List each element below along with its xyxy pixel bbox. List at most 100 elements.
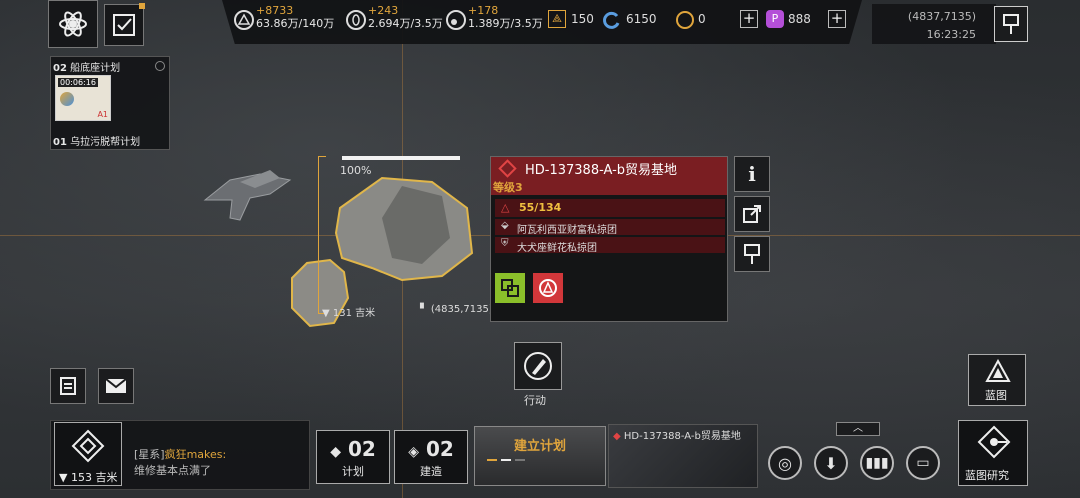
target-level: 等级3 (493, 181, 523, 194)
galaxy-icon: ◎ (778, 453, 792, 473)
info-icon: i (748, 162, 756, 186)
research-icon (977, 425, 1011, 459)
coords-value: (4835,7135) (430, 304, 493, 315)
premium-currency[interactable]: 888 (788, 12, 811, 26)
share-icon (743, 205, 761, 223)
plan-tab[interactable]: ◆ 02 计划 (316, 430, 390, 484)
flag-icon (744, 244, 760, 264)
map-center-button[interactable]: ▼ 153 吉米 (54, 422, 122, 486)
blueprint-research-button[interactable]: 蓝图研究 (958, 420, 1028, 486)
attack-button[interactable] (533, 273, 563, 303)
task-panel: 02 船底座计划 00:06:16 A1 01 乌拉污脱帮计划 (50, 56, 170, 150)
hostile-icon: ◆ (613, 431, 621, 442)
blueprint-icon (985, 359, 1011, 382)
build-icon: ◈ (408, 444, 419, 460)
blueprint-label: 蓝图 (985, 389, 1007, 402)
action-button[interactable] (514, 342, 562, 390)
task-badge: A1 (97, 110, 108, 119)
task-item[interactable]: 02 船底座计划 (53, 59, 120, 74)
clock: 16:23:25 (926, 28, 976, 41)
flag-icon: ▘ (420, 304, 428, 315)
org-name: 大犬座鲜花私掠团 (517, 243, 597, 254)
info-button[interactable]: i (734, 156, 770, 192)
task-timer: 00:06:16 (58, 78, 98, 87)
build-count: 02 (425, 437, 454, 461)
share-button[interactable] (734, 196, 770, 232)
resource-increment: +8733 (256, 4, 294, 17)
target-title: HD-137388-A-b贸易基地 (525, 163, 678, 178)
expand-button[interactable]: ︿ (836, 422, 880, 436)
mail-button[interactable] (98, 368, 134, 404)
selection-bracket (318, 156, 326, 314)
target-thumbnail[interactable]: ◆ HD-137388-A-b贸易基地 (608, 424, 758, 488)
premium-currency-icon: P (766, 10, 784, 28)
link-icon (501, 279, 519, 297)
coords-label: ▘ (4835,7135) (420, 304, 493, 315)
plan-label: 计划 (342, 465, 364, 478)
health-percent: 100% (340, 164, 372, 177)
atom-icon (59, 11, 87, 37)
blueprint-button[interactable]: 蓝图 (968, 354, 1026, 406)
checklist-icon (113, 14, 135, 36)
resource-amount: 63.86万/140万 (256, 17, 335, 30)
build-label: 建造 (420, 465, 442, 478)
chat-line: [星系]疯狂makes: (134, 446, 226, 462)
resource-crystal[interactable]: +243 2.694万/3.5万 (368, 4, 443, 30)
folder-icon: ▭ (916, 455, 930, 471)
org-row[interactable]: ⬙ 阿瓦利西亚财富私掠团 (495, 219, 725, 236)
current-coords: (4837,7135) (907, 10, 976, 23)
task-num: 01 (53, 137, 67, 148)
resource-amount: 2.694万/3.5万 (368, 17, 443, 30)
planet-icon (60, 92, 74, 106)
blue-currency[interactable]: 6150 (626, 12, 657, 26)
missions-button[interactable] (104, 3, 145, 46)
faction-icon: ⬙ (501, 220, 509, 231)
thumb-title-text: HD-137388-A-b贸易基地 (623, 431, 741, 442)
progress-dot (501, 459, 511, 461)
flag-icon (1003, 14, 1019, 34)
target-panel: HD-137388-A-b贸易基地 等级3 △ 55/134 ⬙ 阿瓦利西亚财富… (490, 156, 728, 322)
notes-button[interactable] (50, 368, 86, 404)
add-gold-button[interactable]: + (740, 10, 758, 28)
gold-currency[interactable]: 0 (698, 12, 706, 26)
task-card[interactable]: 00:06:16 A1 (55, 75, 111, 121)
research-button[interactable] (48, 0, 98, 48)
add-premium-button[interactable]: + (828, 10, 846, 28)
task-item[interactable]: 01 乌拉污脱帮计划 (53, 133, 140, 148)
resource-increment: +243 (368, 4, 399, 17)
health-bar (342, 156, 460, 160)
task-num: 02 (53, 63, 67, 74)
trade-button[interactable] (495, 273, 525, 303)
gold-currency-icon (676, 11, 694, 29)
fleet-button[interactable]: ▮▮▮ (860, 446, 894, 480)
coords-panel: (4837,7135) 16:23:25 (872, 4, 996, 44)
target-icon (539, 279, 557, 297)
galaxy-button[interactable]: ◎ (768, 446, 802, 480)
fleet-count[interactable]: 150 (571, 12, 594, 26)
plan-count: 02 (347, 437, 376, 461)
fleet-icon: ⟁ (548, 10, 566, 28)
gas-resource-icon (446, 10, 466, 30)
resource-triangle[interactable]: +8733 63.86万/140万 (256, 4, 334, 30)
progress-dot (487, 459, 497, 461)
chat-user: 疯狂makes: (164, 448, 227, 461)
resource-increment: +178 (468, 4, 499, 17)
plan-icon: ◆ (330, 444, 341, 460)
resource-gas[interactable]: +178 1.389万/3.5万 (468, 4, 543, 30)
org-row[interactable]: ⛨ 大犬座鲜花私掠团 (495, 237, 725, 254)
create-plan-button[interactable]: 建立计划 (474, 426, 606, 486)
download-button[interactable]: ⬇ (814, 446, 848, 480)
document-icon (60, 377, 76, 395)
build-tab[interactable]: ◈ 02 建造 (394, 430, 468, 484)
progress-dot (515, 459, 525, 461)
distance-marker-icon: ▼ (322, 308, 330, 319)
distance-label: ▼ 131 吉米 (322, 304, 375, 319)
distance-value: 131 吉米 (332, 308, 376, 319)
thumb-title: ◆ HD-137388-A-b贸易基地 (613, 427, 741, 442)
notify-dot (139, 3, 145, 9)
bookmark-button[interactable] (994, 6, 1028, 42)
folder-button[interactable]: ▭ (906, 446, 940, 480)
mail-icon (105, 378, 127, 393)
blue-currency-icon (603, 11, 620, 29)
mark-button[interactable] (734, 236, 770, 272)
